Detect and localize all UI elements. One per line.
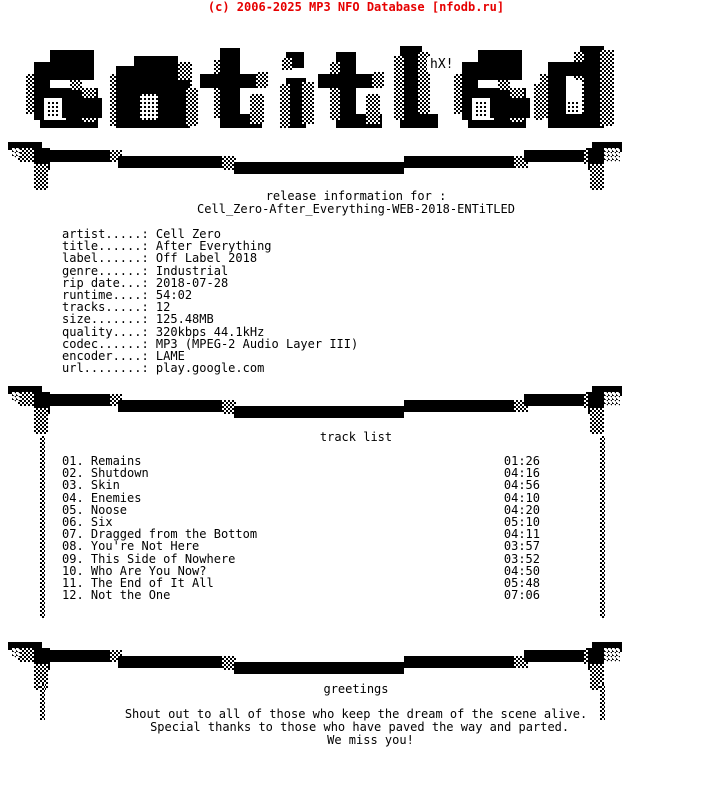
release-heading-line2: Cell_Zero-After_Everything-WEB-2018-ENTi…	[197, 202, 515, 216]
track-duration: 07:06	[503, 588, 540, 603]
tracklist-rail-left	[40, 436, 45, 618]
track-title: 12. Not the One	[62, 588, 171, 603]
greetings-line-1: Shout out to all of those who keep the d…	[124, 707, 588, 721]
greetings-heading: greetings	[323, 682, 389, 696]
release-info-label: url........:	[62, 361, 149, 376]
release-info-value: play.google.com	[148, 361, 265, 376]
track-duration: 03:52	[503, 551, 540, 566]
tracklist-heading: track list	[319, 430, 393, 444]
section-divider-greetings	[0, 640, 712, 690]
section-divider-tracklist	[0, 384, 712, 434]
tracklist-rail-right	[600, 436, 605, 618]
release-info-table: artist.....: Cell Zero title......: After…	[62, 228, 358, 374]
greetings-line-3: We miss you!	[298, 733, 414, 747]
track-title: 09. This Side of Nowhere	[62, 551, 236, 566]
tracklist-table: 01. Remains 01:26 02. Shutdown 04:16 03. Ski…	[62, 455, 540, 602]
logo-artist-tag: hX!	[427, 57, 457, 72]
track-row: 03. Skin 04:56	[62, 479, 540, 491]
track-row: 09. This Side of Nowhere 03:52	[62, 551, 540, 566]
ascii-logo: hX!	[0, 22, 712, 140]
section-divider-top	[0, 140, 712, 190]
track-row: 04. Enemies 04:10	[62, 490, 540, 505]
track-row: 05. Noose 04:20	[62, 504, 540, 516]
track-duration: 04:56	[503, 478, 540, 493]
track-row: 08. You're Not Here 03:57	[62, 540, 540, 552]
copyright-banner: (c) 2006-2025 MP3 NFO Database [nfodb.ru…	[207, 0, 505, 14]
track-title: 03. Skin	[62, 478, 120, 493]
greetings-line-2: Special thanks to those who have paved t…	[142, 720, 570, 734]
ascii-logo-art	[26, 46, 614, 128]
release-info-row: url........: play.google.com	[62, 362, 358, 374]
track-title: 04. Enemies	[62, 490, 142, 505]
track-duration: 03:57	[503, 539, 540, 554]
track-title: 08. You're Not Here	[62, 539, 200, 554]
track-row: 02. Shutdown 04:16	[62, 467, 540, 479]
track-row: 12. Not the One 07:06	[62, 589, 540, 601]
track-duration: 04:10	[503, 490, 540, 505]
